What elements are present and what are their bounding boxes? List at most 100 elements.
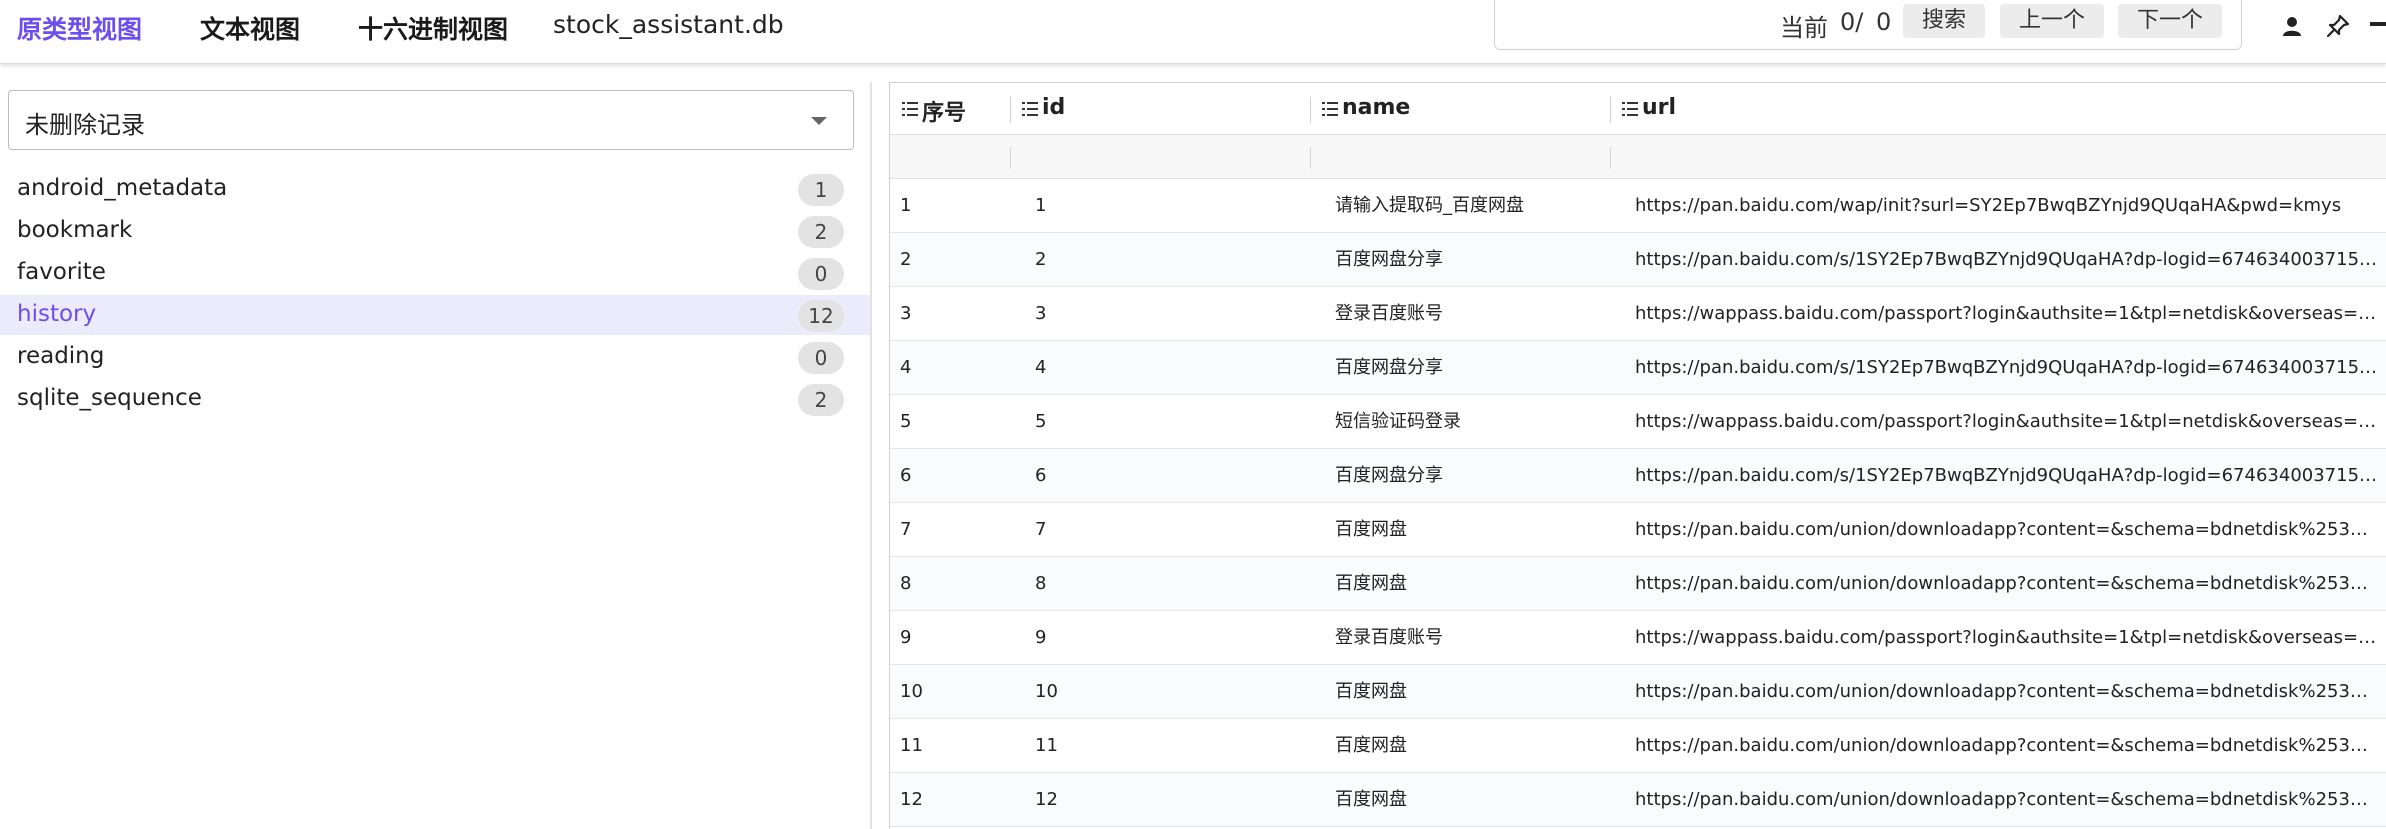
top-toolbar: 原类型视图 文本视图 十六进制视图 stock_assistant.db 当前 … bbox=[0, 0, 2386, 64]
cell-index: 9 bbox=[900, 627, 912, 648]
table-item-history[interactable]: history 12 bbox=[0, 295, 870, 335]
table-row[interactable]: 12 12 百度网盘 https://pan.baidu.com/union/down… bbox=[890, 773, 2386, 827]
grid-header: 序号 id name url bbox=[890, 83, 2386, 135]
cell-name: 百度网盘分享 bbox=[1335, 465, 1443, 486]
record-filter-value: 未删除记录 bbox=[25, 111, 145, 139]
table-row[interactable]: 2 2 百度网盘分享 https://pan.baidu.com/s/1SY2Ep7B… bbox=[890, 233, 2386, 287]
record-filter-select[interactable]: 未删除记录 bbox=[8, 90, 854, 150]
cell-id: 4 bbox=[1035, 357, 1047, 378]
cell-name: 百度网盘 bbox=[1335, 735, 1407, 756]
cell-id: 3 bbox=[1035, 303, 1047, 324]
user-icon[interactable] bbox=[2276, 10, 2308, 42]
table-row[interactable]: 1 1 请输入提取码_百度网盘 https://pan.baidu.com/wap/i… bbox=[890, 179, 2386, 233]
table-item-bookmark[interactable]: bookmark 2 bbox=[0, 211, 870, 251]
cell-id: 2 bbox=[1035, 249, 1047, 270]
cell-url: https://pan.baidu.com/union/downloadapp?… bbox=[1635, 519, 2380, 540]
cell-url: https://pan.baidu.com/s/1SY2Ep7BwqBZYnjd… bbox=[1635, 465, 2380, 486]
table-row[interactable]: 6 6 百度网盘分享 https://pan.baidu.com/s/1SY2Ep7B… bbox=[890, 449, 2386, 503]
cell-url: https://wappass.baidu.com/passport?login… bbox=[1635, 411, 2380, 432]
pin-icon[interactable] bbox=[2322, 10, 2354, 42]
cell-name: 百度网盘 bbox=[1335, 573, 1407, 594]
cell-name: 登录百度账号 bbox=[1335, 627, 1443, 648]
cell-url: https://wappass.baidu.com/passport?login… bbox=[1635, 627, 2380, 648]
row-count-badge: 12 bbox=[798, 300, 844, 332]
database-name: stock_assistant.db bbox=[553, 10, 784, 39]
cell-id: 6 bbox=[1035, 465, 1047, 486]
row-count-badge: 1 bbox=[798, 174, 844, 206]
menu-icon[interactable] bbox=[1022, 102, 1038, 116]
cell-index: 4 bbox=[900, 357, 912, 378]
table-row[interactable]: 5 5 短信验证码登录 https://wappass.baidu.com/passp… bbox=[890, 395, 2386, 449]
table-name: sqlite_sequence bbox=[17, 385, 202, 411]
cell-index: 1 bbox=[900, 195, 912, 216]
menu-icon[interactable] bbox=[902, 102, 918, 116]
prev-match-button[interactable]: 上一个 bbox=[2000, 4, 2104, 38]
cell-name: 登录百度账号 bbox=[1335, 303, 1443, 324]
column-header-label: 序号 bbox=[922, 101, 967, 126]
menu-icon[interactable] bbox=[1622, 102, 1638, 116]
column-header-label: id bbox=[1042, 95, 1066, 120]
menu-icon[interactable] bbox=[1322, 102, 1338, 116]
cell-id: 11 bbox=[1035, 735, 1058, 756]
cell-index: 8 bbox=[900, 573, 912, 594]
cell-name: 百度网盘分享 bbox=[1335, 249, 1443, 270]
cell-url: https://wappass.baidu.com/passport?login… bbox=[1635, 303, 2380, 324]
cell-id: 12 bbox=[1035, 789, 1058, 810]
cell-id: 1 bbox=[1035, 195, 1047, 216]
table-name: bookmark bbox=[17, 217, 133, 243]
column-filter-row[interactable] bbox=[890, 135, 2386, 179]
table-row[interactable]: 7 7 百度网盘 https://pan.baidu.com/union/downlo… bbox=[890, 503, 2386, 557]
column-header-name[interactable]: name bbox=[1310, 83, 1610, 135]
filter-divider bbox=[1010, 147, 1011, 169]
cell-url: https://pan.baidu.com/s/1SY2Ep7BwqBZYnjd… bbox=[1635, 249, 2380, 270]
table-name: reading bbox=[17, 343, 105, 369]
cell-id: 7 bbox=[1035, 519, 1047, 540]
cell-index: 6 bbox=[900, 465, 912, 486]
column-header-label: url bbox=[1642, 95, 1677, 120]
minimize-icon[interactable] bbox=[2370, 22, 2386, 26]
table-item-favorite[interactable]: favorite 0 bbox=[0, 253, 870, 293]
cell-name: 百度网盘 bbox=[1335, 681, 1407, 702]
column-header-id[interactable]: id bbox=[1010, 83, 1310, 135]
table-row[interactable]: 9 9 登录百度账号 https://wappass.baidu.com/passpo… bbox=[890, 611, 2386, 665]
table-item-reading[interactable]: reading 0 bbox=[0, 337, 870, 377]
table-row[interactable]: 10 10 百度网盘 https://pan.baidu.com/union/down… bbox=[890, 665, 2386, 719]
table-item-android-metadata[interactable]: android_metadata 1 bbox=[0, 169, 870, 209]
table-row[interactable]: 8 8 百度网盘 https://pan.baidu.com/union/downlo… bbox=[890, 557, 2386, 611]
cell-name: 请输入提取码_百度网盘 bbox=[1335, 195, 1524, 216]
cell-name: 百度网盘分享 bbox=[1335, 357, 1443, 378]
filter-divider bbox=[1610, 147, 1611, 169]
table-row[interactable]: 11 11 百度网盘 https://pan.baidu.com/union/down… bbox=[890, 719, 2386, 773]
next-match-button[interactable]: 下一个 bbox=[2118, 4, 2222, 38]
cell-index: 2 bbox=[900, 249, 912, 270]
tab-text-view[interactable]: 文本视图 bbox=[200, 10, 300, 46]
cell-index: 11 bbox=[900, 735, 923, 756]
table-item-sqlite-sequence[interactable]: sqlite_sequence 2 bbox=[0, 379, 870, 419]
tab-hex-view[interactable]: 十六进制视图 bbox=[358, 10, 508, 46]
table-name: history bbox=[17, 301, 97, 327]
cell-name: 百度网盘 bbox=[1335, 789, 1407, 810]
cell-name: 百度网盘 bbox=[1335, 519, 1407, 540]
cell-url: https://pan.baidu.com/union/downloadapp?… bbox=[1635, 789, 2380, 810]
column-header-index[interactable]: 序号 bbox=[890, 83, 1010, 135]
table-row[interactable]: 3 3 登录百度账号 https://wappass.baidu.com/passpo… bbox=[890, 287, 2386, 341]
chevron-down-icon bbox=[811, 117, 827, 125]
row-count-badge: 0 bbox=[798, 258, 844, 290]
cell-id: 5 bbox=[1035, 411, 1047, 432]
tab-raw-type-view[interactable]: 原类型视图 bbox=[17, 10, 142, 46]
column-header-url[interactable]: url bbox=[1610, 83, 2386, 135]
table-name: android_metadata bbox=[17, 175, 228, 201]
cell-index: 10 bbox=[900, 681, 923, 702]
cell-index: 12 bbox=[900, 789, 923, 810]
cell-index: 3 bbox=[900, 303, 912, 324]
search-current-label: 当前 bbox=[1780, 14, 1828, 42]
search-total: 0 bbox=[1876, 8, 1892, 36]
search-button[interactable]: 搜索 bbox=[1903, 4, 1985, 38]
row-count-badge: 0 bbox=[798, 342, 844, 374]
search-current-value: 0/ bbox=[1840, 8, 1864, 36]
table-row[interactable]: 4 4 百度网盘分享 https://pan.baidu.com/s/1SY2Ep7B… bbox=[890, 341, 2386, 395]
cell-url: https://pan.baidu.com/union/downloadapp?… bbox=[1635, 735, 2380, 756]
panel-splitter[interactable] bbox=[870, 82, 872, 829]
cell-id: 8 bbox=[1035, 573, 1047, 594]
column-header-label: name bbox=[1342, 95, 1411, 120]
